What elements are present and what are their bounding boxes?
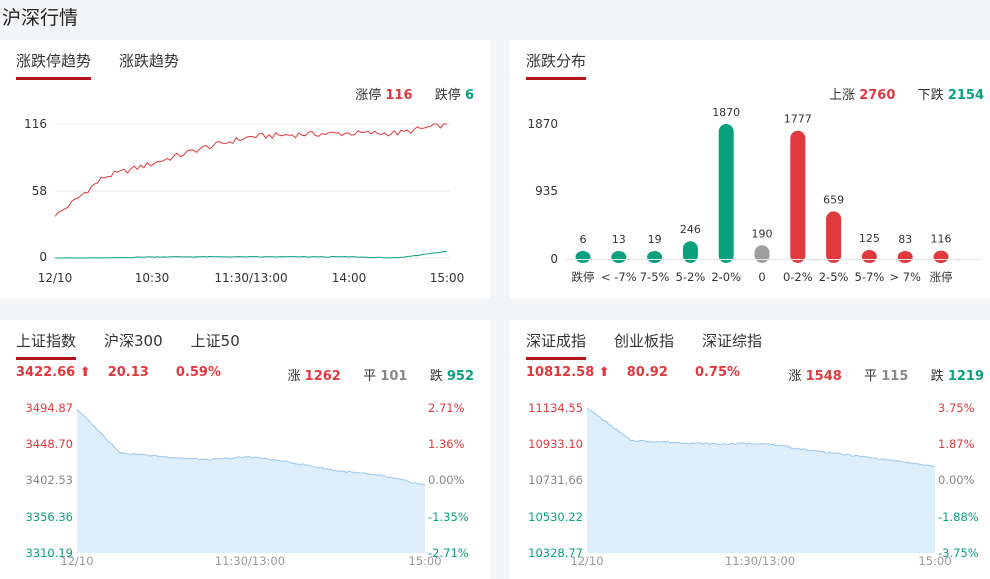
limit-trend-panel: 涨跌停趋势 涨跌趋势 涨停 116 跌停 6 116 58 0 12/10 10… <box>0 40 490 298</box>
bar[interactable] <box>754 245 770 263</box>
right-tick-label: 1.87% <box>938 437 975 451</box>
y-tick-label: 0 <box>550 252 558 266</box>
y-tick-label: 0 <box>39 250 47 264</box>
bar-value-label: 1870 <box>712 106 740 119</box>
left-tick-label: 10530.22 <box>528 510 583 524</box>
bar[interactable] <box>861 249 877 263</box>
x-tick-label: 11:30/13:00 <box>214 271 287 285</box>
y-tick-label: 935 <box>535 184 558 198</box>
bar-value-label: 190 <box>752 227 773 240</box>
bar-value-label: 659 <box>823 193 844 206</box>
left-tick-label: 3448.70 <box>25 437 73 451</box>
bar[interactable] <box>826 211 842 263</box>
bar-value-label: 125 <box>859 232 880 245</box>
x-tick-label: 11:30/13:00 <box>215 554 285 568</box>
bar-value-label: 13 <box>612 233 626 246</box>
bar-value-label: 6 <box>580 233 587 246</box>
category-label: 跌停 <box>572 270 595 284</box>
x-tick-label: 15:00 <box>430 271 465 285</box>
series-line <box>54 123 447 217</box>
right-tick-label: 0.00% <box>428 473 465 487</box>
limit-trend-chart: 116 58 0 12/10 10:30 11:30/13:00 14:00 1… <box>24 117 465 285</box>
right-tick-label: -1.35% <box>428 510 469 524</box>
right-tick-label: 1.36% <box>428 437 465 451</box>
shanghai-index-panel: 上证指数 沪深300 上证50 3422.66 ⬆ 20.13 0.59% 涨 … <box>0 320 490 579</box>
bar-value-label: 246 <box>680 223 701 236</box>
x-tick-label: 10:30 <box>135 271 170 285</box>
bar[interactable] <box>718 124 734 263</box>
x-tick-label: 15:00 <box>408 554 441 568</box>
price-area <box>77 409 425 553</box>
category-label: 5-7% <box>855 270 885 284</box>
bar[interactable] <box>647 251 663 263</box>
category-label: 0-2% <box>783 270 813 284</box>
category-label: 0 <box>758 270 765 284</box>
y-tick-label: 116 <box>24 117 47 131</box>
category-label: 2-0% <box>711 270 741 284</box>
x-tick-label: 12/10 <box>60 554 93 568</box>
left-tick-label: 3402.53 <box>25 473 73 487</box>
x-tick-label: 15:00 <box>918 554 951 568</box>
right-tick-label: 3.75% <box>938 401 975 415</box>
category-label: 涨停 <box>930 270 953 284</box>
y-tick-label: 58 <box>32 184 47 198</box>
bar[interactable] <box>790 130 806 263</box>
shenzhen-index-panel: 深证成指 创业板指 深证综指 10812.58 ⬆ 80.92 0.75% 涨 … <box>510 320 990 579</box>
x-tick-label: 14:00 <box>332 271 367 285</box>
category-label: < -7% <box>601 270 637 284</box>
y-tick-label: 1870 <box>527 117 558 131</box>
bar-value-label: 83 <box>898 233 912 246</box>
series-line <box>55 250 448 259</box>
x-tick-label: 12/10 <box>570 554 603 568</box>
left-tick-label: 11134.55 <box>528 401 583 415</box>
left-tick-label: 10933.10 <box>528 437 583 451</box>
right-tick-label: -1.88% <box>938 510 979 524</box>
bar[interactable] <box>575 251 591 263</box>
left-tick-label: 3494.87 <box>25 401 73 415</box>
right-tick-label: 0.00% <box>938 473 975 487</box>
right-tick-label: 2.71% <box>428 401 465 415</box>
bar[interactable] <box>933 250 949 263</box>
bar[interactable] <box>611 251 627 263</box>
distribution-chart: 1870 935 0 6 跌停 13 < -7% 19 7-5% 246 5-2% 1870 2-… <box>527 106 982 284</box>
bar-value-label: 19 <box>648 233 662 246</box>
category-label: > 7% <box>889 270 921 284</box>
distribution-panel: 涨跌分布 上涨 2760 下跌 2154 1870 935 0 6 跌停 13 < -… <box>510 40 990 298</box>
left-tick-label: 10731.66 <box>528 473 583 487</box>
x-tick-label: 12/10 <box>38 271 73 285</box>
x-tick-label: 11:30/13:00 <box>725 554 795 568</box>
category-label: 5-2% <box>676 270 706 284</box>
price-area <box>587 407 935 553</box>
bar[interactable] <box>897 251 913 263</box>
bar-value-label: 116 <box>931 233 952 246</box>
left-tick-label: 3356.36 <box>25 510 73 524</box>
category-label: 7-5% <box>640 270 670 284</box>
shenzhen-intraday-chart: 11134.55 10933.10 10731.66 10530.22 1032… <box>528 401 979 568</box>
category-label: 2-5% <box>819 270 849 284</box>
page-title: 沪深行情 <box>2 7 79 29</box>
bar-value-label: 1777 <box>784 113 812 126</box>
shanghai-intraday-chart: 3494.87 3448.70 3402.53 3356.36 3310.19 … <box>25 401 469 568</box>
